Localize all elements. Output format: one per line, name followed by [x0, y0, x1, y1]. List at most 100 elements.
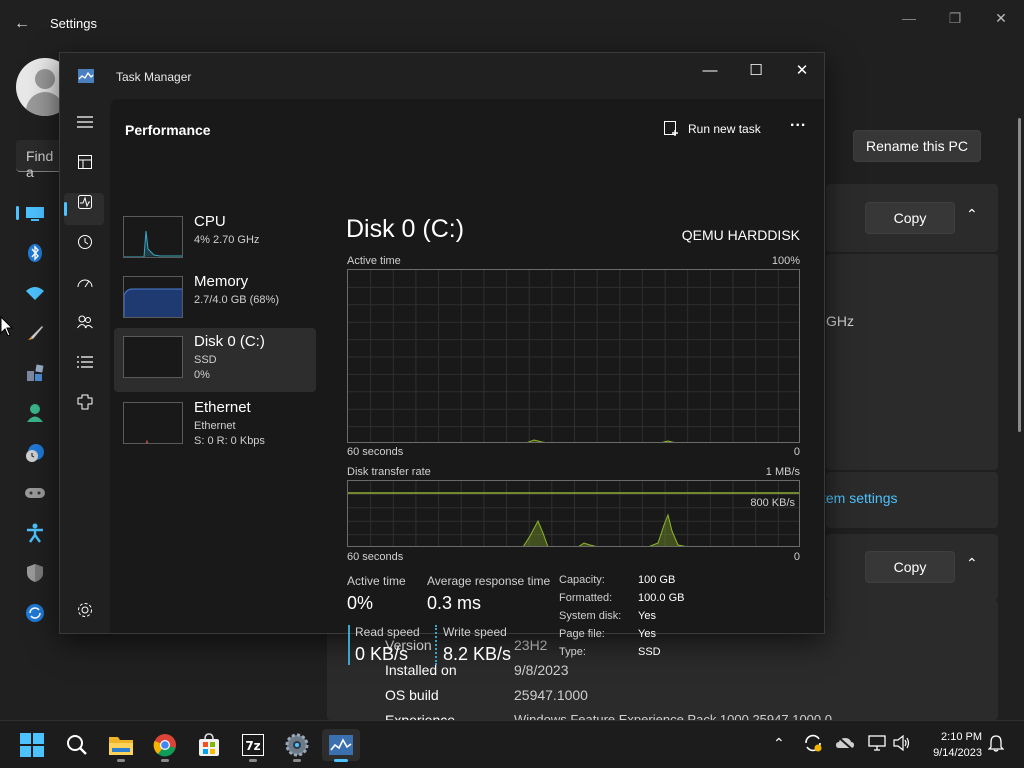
transfer-rate-max: 1 MB/s: [765, 466, 800, 478]
nav-privacy[interactable]: [20, 558, 50, 588]
taskbar-settings[interactable]: [281, 729, 313, 762]
app-history-icon[interactable]: [74, 231, 96, 253]
performance-icon[interactable]: [74, 191, 96, 213]
perf-item-cpu[interactable]: CPU 4% 2.70 GHz: [114, 208, 316, 272]
show-hidden-icons[interactable]: ⌃: [773, 735, 785, 752]
perf-item-ethernet[interactable]: Ethernet Ethernet S: 0 R: 0 Kbps: [114, 394, 316, 458]
nav-system[interactable]: [16, 198, 50, 228]
copy-windows-specs-button[interactable]: Copy: [865, 551, 955, 583]
system-settings-link[interactable]: tem settings: [822, 490, 897, 506]
read-speed-value: 0 KB/s: [355, 644, 409, 664]
transfer-rate-graph-label: Disk transfer rate: [347, 466, 431, 478]
restore-icon[interactable]: ❐: [943, 8, 967, 28]
bluetooth-icon: [28, 244, 42, 262]
perf-item-disk[interactable]: Disk 0 (C:) SSD 0%: [114, 328, 316, 392]
start-button[interactable]: [16, 729, 48, 761]
nav-windows-update[interactable]: [20, 598, 50, 628]
active-time-stat-value: 0%: [347, 593, 374, 613]
tm-close-icon[interactable]: ✕: [782, 59, 822, 83]
disk-model: QEMU HARDDISK: [681, 227, 800, 243]
privacy-icon: [27, 564, 43, 582]
network-icon[interactable]: [868, 735, 886, 754]
gaming-icon: [25, 488, 45, 498]
back-arrow-icon[interactable]: ←: [14, 14, 34, 34]
nav-time-language[interactable]: [20, 438, 50, 468]
ethernet-adapter: Ethernet: [194, 420, 236, 432]
processor-ghz-text: GHz: [826, 313, 854, 329]
device-specs-header: Copy ⌃: [826, 184, 998, 252]
memory-name: Memory: [194, 273, 249, 290]
task-manager-title: Task Manager: [116, 70, 192, 84]
installed-value: 9/8/2023: [514, 662, 569, 678]
nav-personalization[interactable]: [20, 318, 50, 348]
minimize-icon[interactable]: —: [897, 8, 921, 28]
task-manager-app-icon: [78, 69, 94, 83]
store-icon: [199, 733, 219, 756]
close-icon[interactable]: ✕: [989, 8, 1013, 28]
read-speed-label: Read speed: [355, 625, 420, 639]
settings-scrollbar[interactable]: [1018, 118, 1021, 432]
performance-heading: Performance: [125, 122, 211, 138]
taskbar-clock[interactable]: 2:10 PM 9/14/2023: [933, 729, 982, 761]
nav-accessibility[interactable]: [20, 518, 50, 548]
taskbar-store[interactable]: [193, 729, 225, 761]
taskbar-chrome[interactable]: [149, 729, 181, 762]
settings-title: Settings: [50, 16, 97, 31]
nav-bluetooth[interactable]: [20, 238, 50, 268]
search-button[interactable]: [61, 729, 93, 761]
nav-apps[interactable]: [20, 358, 50, 388]
tm-maximize-icon[interactable]: ☐: [736, 59, 776, 83]
os-build-value: 25947.1000: [514, 687, 588, 703]
accounts-icon: [27, 404, 43, 422]
formatted-label: Formatted:: [559, 592, 613, 604]
startup-apps-icon[interactable]: [74, 271, 96, 293]
system-disk-value: Yes: [638, 610, 656, 622]
services-icon[interactable]: [74, 391, 96, 413]
svg-text:7z: 7z: [245, 739, 260, 753]
active-time-max: 100%: [771, 255, 800, 267]
perf-item-memory[interactable]: Memory 2.7/4.0 GB (68%): [114, 268, 316, 332]
tm-minimize-icon[interactable]: —: [690, 59, 730, 83]
task-manager-icon: [329, 735, 353, 755]
chevron-up-icon[interactable]: ⌃: [966, 206, 978, 223]
copy-specs-button[interactable]: Copy: [865, 202, 955, 234]
clock-time: 2:10 PM: [941, 731, 982, 743]
processes-icon[interactable]: [74, 151, 96, 173]
run-task-icon: [664, 121, 678, 136]
os-build-label: OS build: [385, 687, 439, 703]
run-new-task-button[interactable]: Run new task: [664, 115, 761, 143]
details-icon[interactable]: [74, 351, 96, 373]
apps-icon: [27, 364, 44, 381]
notifications-icon[interactable]: [987, 734, 1005, 755]
nav-gaming[interactable]: [20, 478, 50, 508]
chevron-up-icon[interactable]: ⌃: [966, 555, 978, 572]
hamburger-menu-icon[interactable]: [74, 111, 96, 133]
transfer-rate-mid: 800 KB/s: [750, 497, 795, 509]
users-icon[interactable]: [74, 311, 96, 333]
active-time-stat-label: Active time: [347, 574, 406, 588]
tm-settings-icon[interactable]: [74, 599, 96, 621]
taskbar-file-explorer[interactable]: [105, 729, 137, 762]
experience-row-clip: Experience Windows Feature Experience Pa…: [0, 710, 1024, 720]
sync-icon[interactable]: [803, 733, 823, 756]
file-explorer-icon: [109, 737, 133, 755]
rename-card: Rename this PC: [826, 112, 998, 178]
volume-icon[interactable]: [893, 734, 911, 754]
time-language-icon: [26, 444, 44, 462]
memory-stats: 2.7/4.0 GB (68%): [194, 294, 279, 306]
more-options-icon[interactable]: ...: [790, 113, 806, 131]
nav-accounts[interactable]: [20, 398, 50, 428]
rename-pc-button[interactable]: Rename this PC: [853, 130, 981, 162]
nav-network[interactable]: [20, 278, 50, 308]
avg-response-value: 0.3 ms: [427, 593, 482, 613]
active-time-xlabel: 60 seconds: [347, 446, 404, 458]
experience-value: Windows Feature Experience Pack 1000.259…: [514, 712, 832, 720]
start-icon: [20, 733, 44, 757]
type-value: SSD: [638, 646, 661, 658]
taskbar-7zip[interactable]: 7z: [237, 729, 269, 762]
taskbar-task-manager[interactable]: [322, 729, 360, 762]
disk-type: SSD: [194, 354, 217, 366]
onedrive-off-icon[interactable]: [835, 735, 855, 754]
cpu-thumbnail: [123, 216, 183, 258]
active-time-graph: [347, 269, 800, 443]
